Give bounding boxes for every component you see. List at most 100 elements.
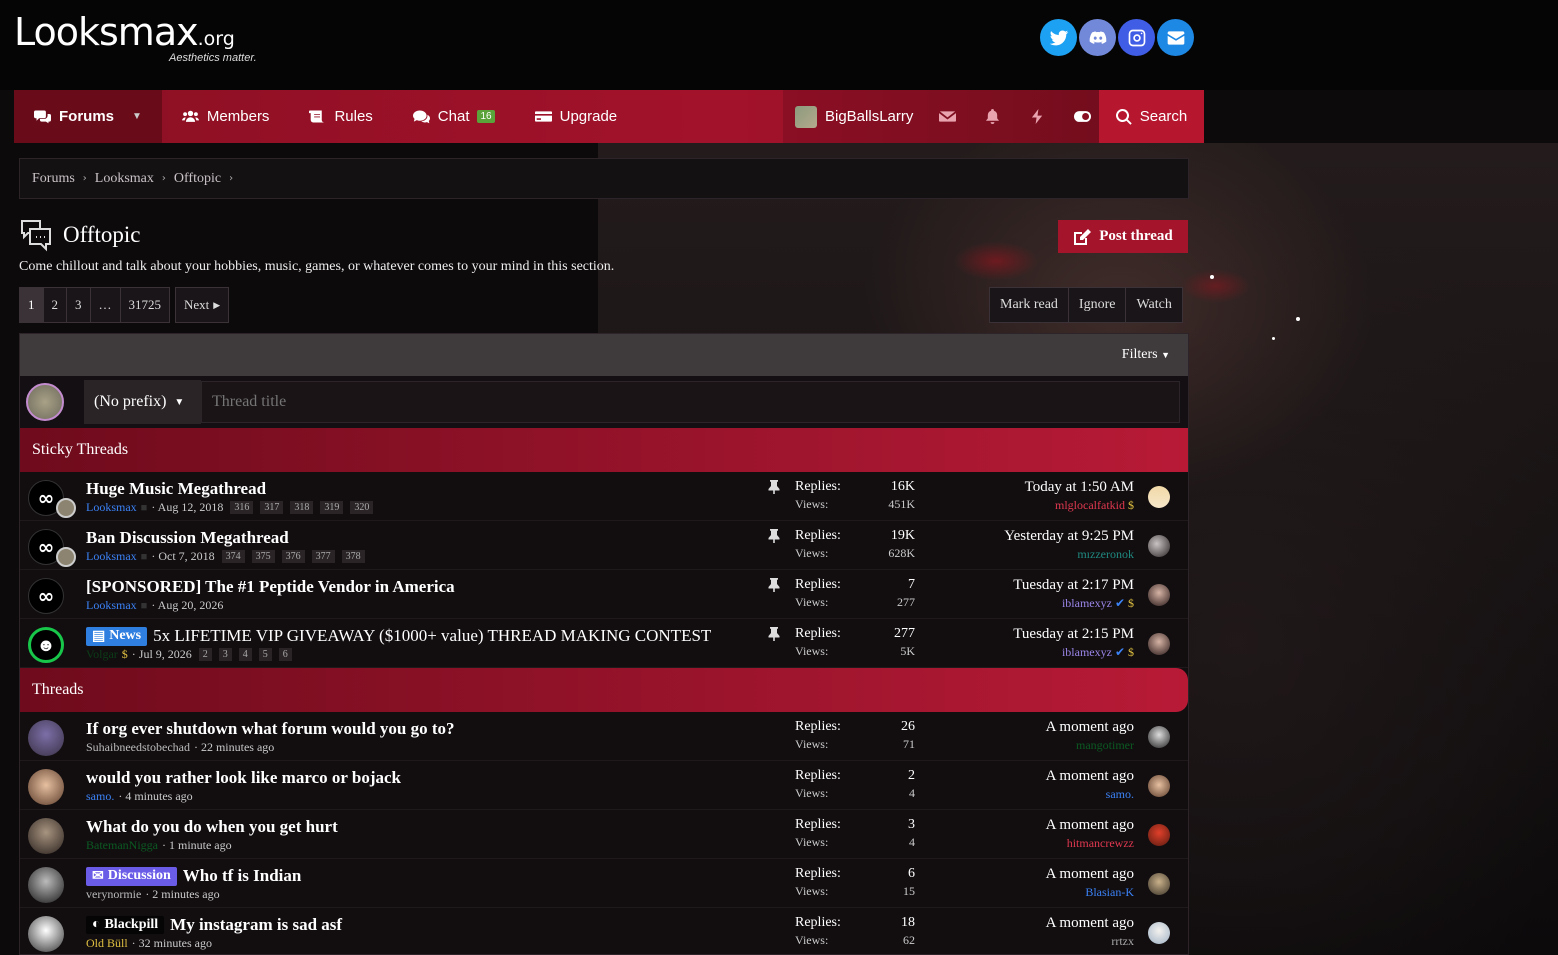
last-post-time[interactable]: Tuesday at 2:15 PM (1013, 626, 1134, 643)
breadcrumb-item[interactable]: Looksmax (95, 171, 154, 187)
page-link[interactable]: 377 (311, 550, 335, 563)
page-link[interactable]: 378 (341, 550, 365, 563)
last-post-user[interactable]: mızzeronok (1077, 547, 1134, 561)
prefix-news[interactable]: ▤ News (86, 626, 148, 646)
filters-button[interactable]: Filters ▼ (1122, 347, 1170, 363)
twitter-icon[interactable] (1040, 19, 1077, 56)
replies-count: 19K (890, 528, 915, 543)
thread-title[interactable]: would you rather look like marco or boja… (86, 768, 401, 788)
conversations-button[interactable] (925, 90, 970, 143)
last-post-time[interactable]: Tuesday at 2:17 PM (1013, 577, 1134, 594)
thread-author[interactable]: Volgar (86, 647, 118, 662)
last-post-user[interactable]: Blasian-K (1085, 885, 1134, 899)
thread-author[interactable]: Looksmax (86, 500, 137, 515)
sticky-thread-row[interactable]: ∞ [SPONSORED] The #1 Peptide Vendor in A… (20, 570, 1188, 619)
thread-author[interactable]: BatemanNigga (86, 838, 158, 853)
thread-author[interactable]: Old Büll (86, 936, 128, 951)
nav-rules[interactable]: Rules (289, 90, 392, 143)
thread-title[interactable]: If org ever shutdown what forum would yo… (86, 719, 455, 739)
last-post-user[interactable]: iblamexyz (1062, 596, 1112, 610)
thread-title[interactable]: Huge Music Megathread (86, 479, 266, 499)
page-link[interactable]: 319 (320, 501, 344, 514)
ignore-button[interactable]: Ignore (1067, 287, 1127, 323)
alerts-button[interactable] (970, 90, 1015, 143)
thread-author[interactable]: verynormie (86, 887, 141, 902)
nav-forums[interactable]: Forums ▼ (14, 90, 162, 143)
last-post-user[interactable]: mlglocalfatkid (1055, 498, 1125, 512)
last-post-time[interactable]: A moment ago (1046, 719, 1134, 736)
breadcrumb-item[interactable]: Offtopic (174, 171, 221, 187)
page-link[interactable]: 376 (281, 550, 305, 563)
page-link[interactable]: 375 (251, 550, 275, 563)
instagram-icon[interactable] (1118, 19, 1155, 56)
page-link[interactable]: 374 (221, 550, 245, 563)
dollar-icon: $ (1128, 645, 1134, 659)
nav-chat[interactable]: Chat 16 (393, 90, 515, 143)
thread-title[interactable]: ▤ News 5x LIFETIME VIP GIVEAWAY ($1000+ v… (86, 626, 711, 646)
next-page-button[interactable]: Next ▶ (175, 287, 230, 323)
last-post-user[interactable]: samo. (1106, 787, 1134, 801)
whats-new-button[interactable] (1015, 90, 1060, 143)
thread-title[interactable]: [SPONSORED] The #1 Peptide Vendor in Ame… (86, 577, 455, 597)
watch-button[interactable]: Watch (1125, 287, 1183, 323)
page-link[interactable]: 2 (198, 648, 212, 661)
sticky-thread-row[interactable]: ☻ ▤ News 5x LIFETIME VIP GIVEAWAY ($1000+… (20, 619, 1188, 668)
thread-row[interactable]: ✉ Discussion Who tf is Indian verynormie … (20, 859, 1188, 908)
page-link[interactable]: 4 (238, 648, 252, 661)
thread-title-input[interactable] (201, 381, 1180, 423)
thread-row[interactable]: would you rather look like marco or boja… (20, 761, 1188, 810)
thread-row[interactable]: What do you do when you get hurt Bateman… (20, 810, 1188, 859)
breadcrumb-item[interactable]: Forums (32, 171, 75, 187)
chevron-down-icon[interactable]: ▼ (132, 111, 142, 122)
last-post-time[interactable]: Today at 1:50 AM (1025, 479, 1134, 496)
mark-read-button[interactable]: Mark read (989, 287, 1069, 323)
thread-row[interactable]: If org ever shutdown what forum would yo… (20, 712, 1188, 761)
thread-author[interactable]: Looksmax (86, 549, 137, 564)
discord-icon[interactable] (1079, 19, 1116, 56)
last-post-time[interactable]: Yesterday at 9:25 PM (1004, 528, 1134, 545)
last-post-user[interactable]: mangotimer (1076, 738, 1134, 752)
page-link[interactable]: 317 (260, 501, 284, 514)
thread-author[interactable]: samo. (86, 789, 114, 804)
thread-author[interactable]: Suhaibneedstobechad (86, 740, 190, 755)
page-link[interactable]: 31725 (119, 287, 170, 323)
last-post-user[interactable]: hitmancrewzz (1067, 836, 1134, 850)
last-post-time[interactable]: A moment ago (1046, 866, 1134, 883)
prefix-select[interactable]: (No prefix) ▼ (84, 380, 201, 424)
thread-stats: Replies: 18 Views: 62 (795, 915, 915, 948)
mail-icon[interactable] (1157, 19, 1194, 56)
thread-title[interactable]: What do you do when you get hurt (86, 817, 338, 837)
nav-members[interactable]: Members (162, 90, 290, 143)
last-post-user[interactable]: iblamexyz (1062, 645, 1112, 659)
page-link[interactable]: 1 (19, 287, 44, 323)
last-post-time[interactable]: A moment ago (1046, 817, 1134, 834)
post-thread-button[interactable]: Post thread (1058, 220, 1188, 253)
nav-forums-label: Forums (59, 108, 115, 125)
user-menu[interactable]: BigBallsLarry (783, 90, 925, 143)
thread-title[interactable]: ◐ Blackpill My instagram is sad asf (86, 915, 342, 935)
page-link[interactable]: 3 (218, 648, 232, 661)
thread-author[interactable]: Looksmax (86, 598, 137, 613)
thread-title[interactable]: ✉ Discussion Who tf is Indian (86, 866, 301, 886)
page-link[interactable]: 2 (42, 287, 67, 323)
last-post-time[interactable]: A moment ago (1046, 768, 1134, 785)
sticky-thread-row[interactable]: ∞ Huge Music Megathread Looksmax ■ · Aug… (20, 472, 1188, 521)
last-post-time[interactable]: A moment ago (1046, 915, 1134, 932)
prefix-blackpill[interactable]: ◐ Blackpill (86, 916, 165, 934)
sticky-thread-row[interactable]: ∞ Ban Discussion Megathread Looksmax ■ ·… (20, 521, 1188, 570)
thread-row[interactable]: ◐ Blackpill My instagram is sad asf Old B… (20, 908, 1188, 954)
page-link[interactable]: 5 (258, 648, 272, 661)
site-logo[interactable]: Looksmax.org Aesthetics matter. (14, 12, 257, 64)
page-link[interactable]: 316 (230, 501, 254, 514)
page-link[interactable]: 6 (278, 648, 292, 661)
page-link[interactable]: 320 (350, 501, 374, 514)
page-link[interactable]: 3 (66, 287, 91, 323)
prefix-discussion[interactable]: ✉ Discussion (86, 866, 177, 886)
last-post: A moment ago mangotimer (1046, 719, 1134, 753)
thread-title[interactable]: Ban Discussion Megathread (86, 528, 289, 548)
nav-upgrade[interactable]: Upgrade (515, 90, 638, 143)
search-button[interactable]: Search (1099, 90, 1204, 143)
last-post-user[interactable]: rrtzx (1111, 934, 1134, 948)
page-link[interactable]: 318 (290, 501, 314, 514)
page-ellipsis[interactable]: … (89, 287, 121, 323)
